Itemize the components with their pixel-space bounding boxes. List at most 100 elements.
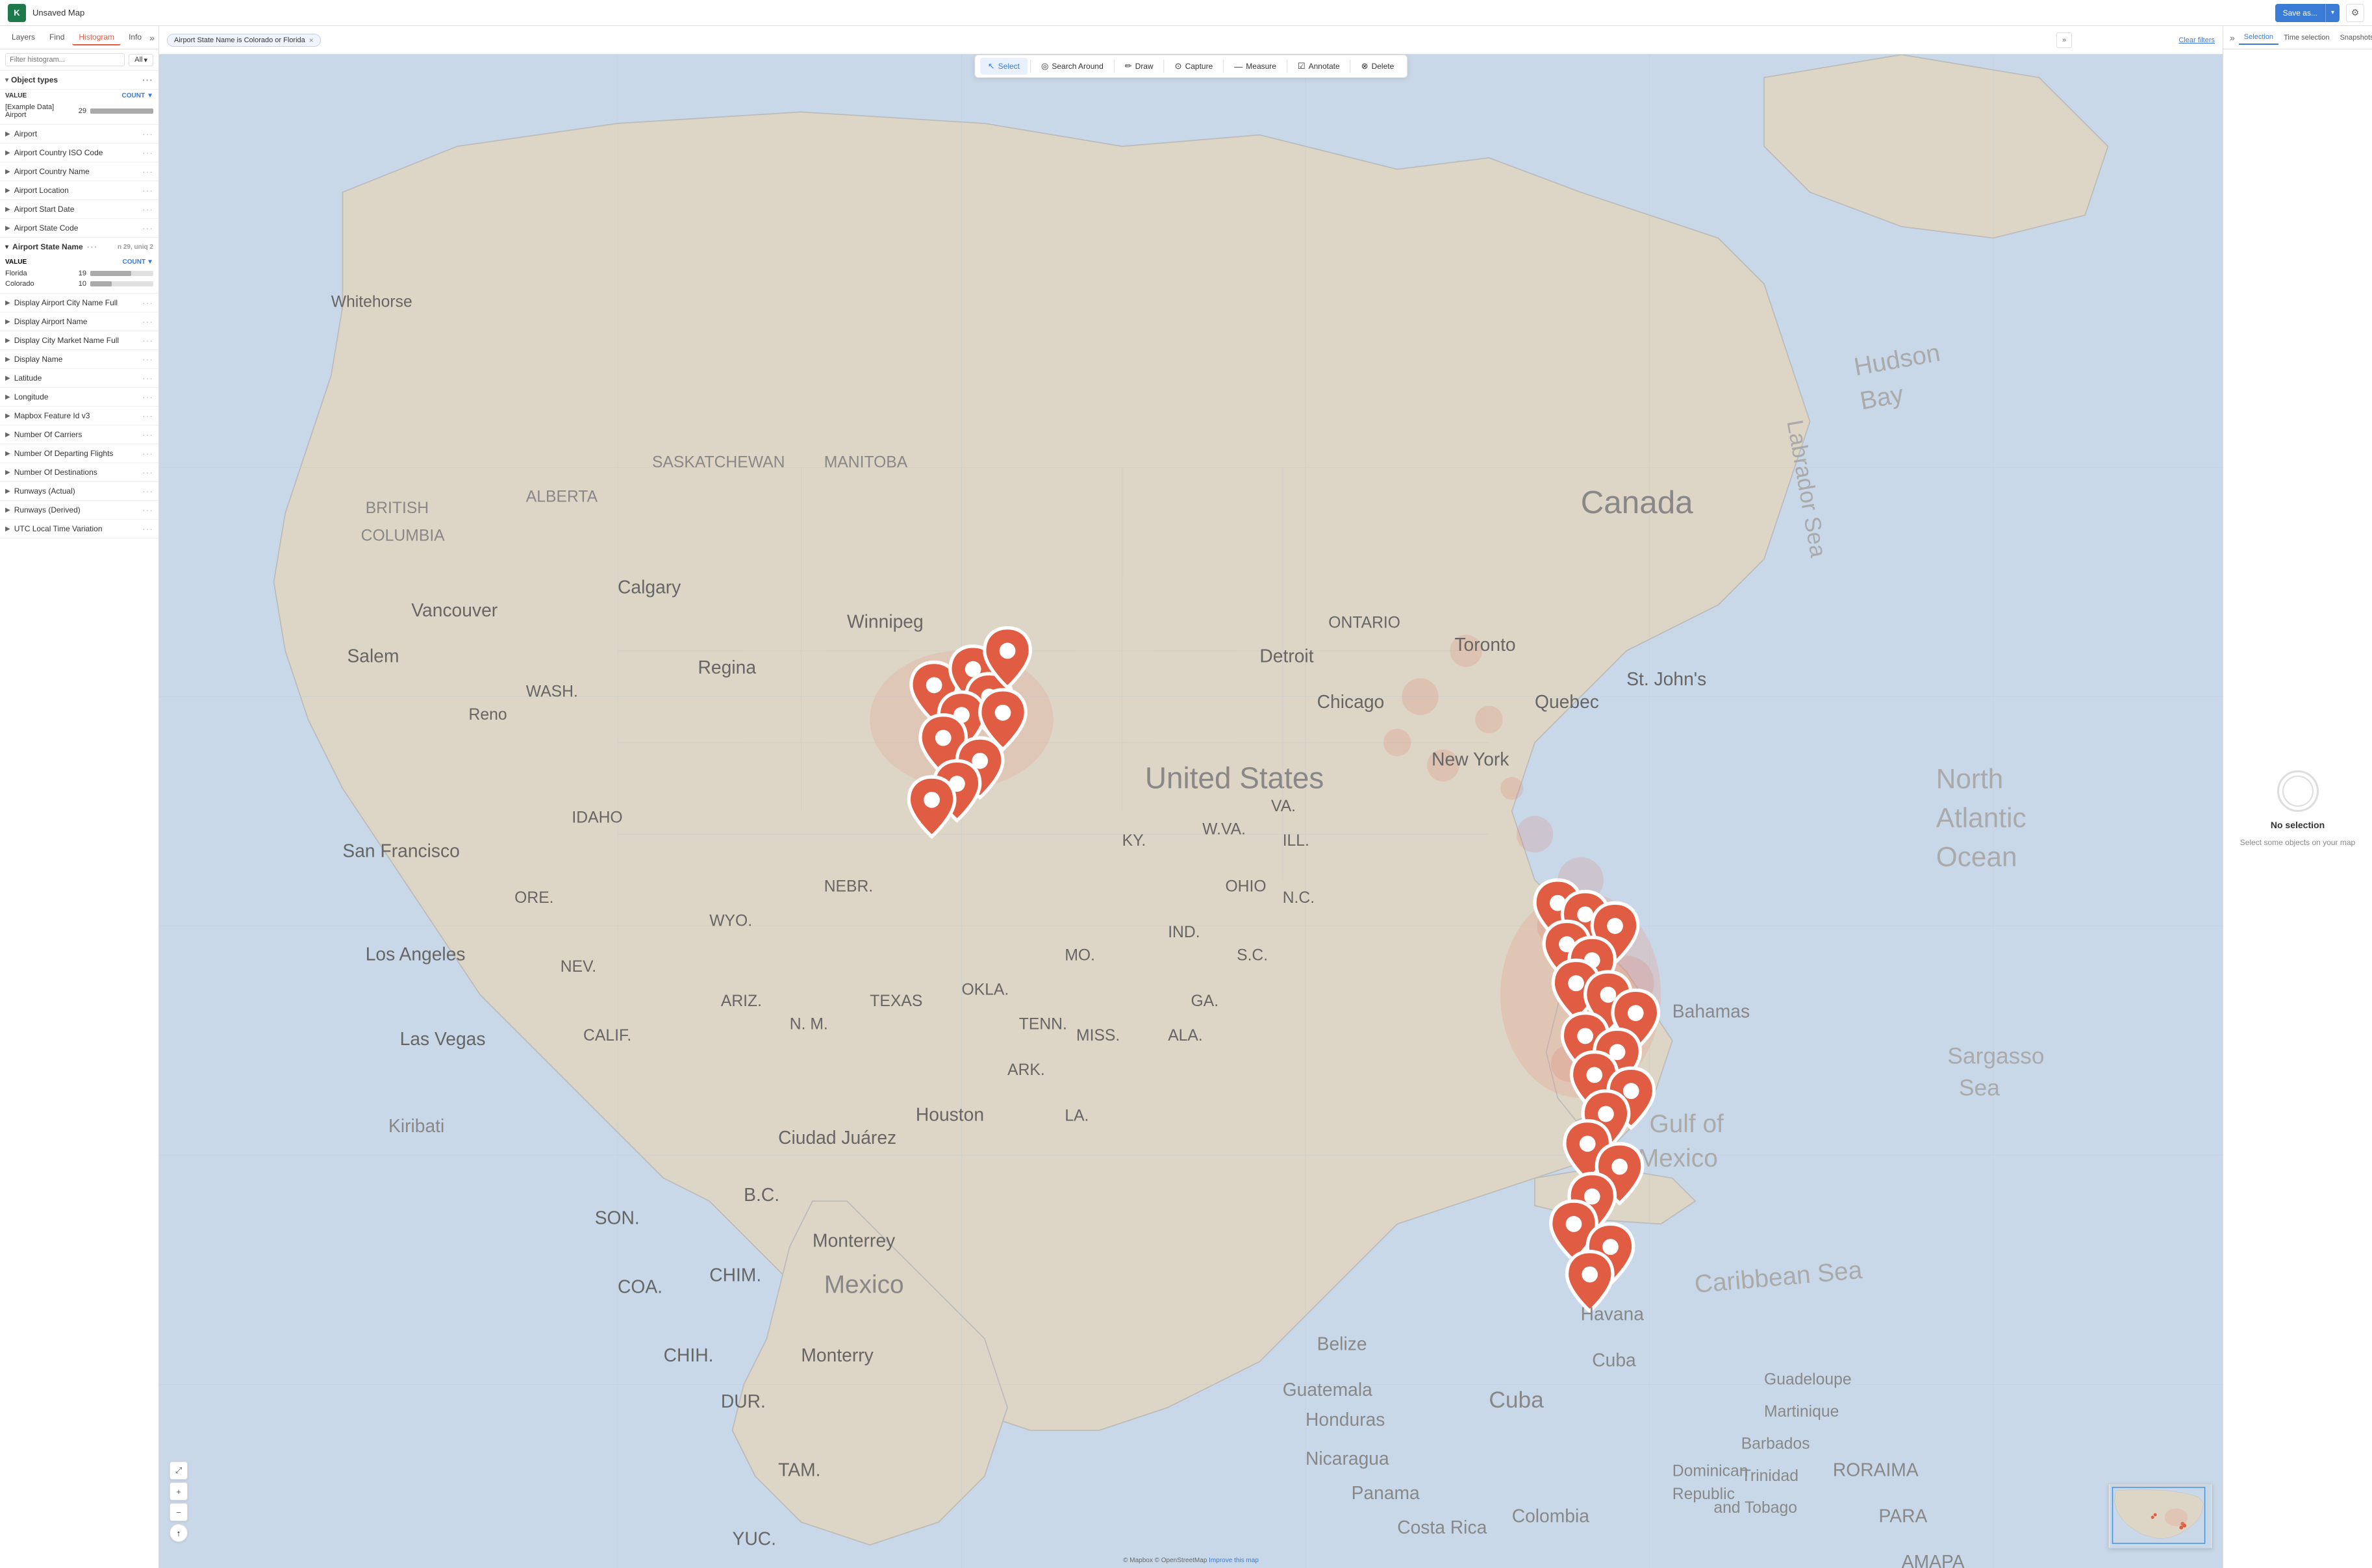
tab-time-selection[interactable]: Time selection — [2278, 31, 2335, 44]
object-types-more-button[interactable]: ··· — [142, 75, 153, 85]
map-canvas[interactable]: Canada United States Mexico Hudson Bay N… — [159, 55, 2223, 1568]
attr-row-utc[interactable]: ▶ UTC Local Time Variation ··· — [0, 520, 158, 538]
attr-label: Airport Location — [14, 186, 69, 195]
attr-more-button[interactable]: ··· — [142, 354, 153, 364]
tab-selection[interactable]: Selection — [2239, 31, 2278, 45]
attr-more-button[interactable]: ··· — [142, 335, 153, 346]
map-area[interactable]: Airport State Name is Colorado or Florid… — [159, 26, 2223, 1568]
annotate-tool-button[interactable]: ☑ Annotate — [1290, 58, 1348, 75]
compass-button[interactable]: ↑ — [170, 1524, 188, 1542]
svg-text:IDAHO: IDAHO — [572, 809, 622, 827]
tab-snapshots[interactable]: Snapshots — [2335, 31, 2372, 44]
measure-icon: — — [1234, 62, 1243, 71]
attr-row-display-airport-name[interactable]: ▶ Display Airport Name ··· — [0, 312, 158, 331]
tab-find[interactable]: Find — [43, 30, 71, 45]
attr-more-button[interactable]: ··· — [142, 373, 153, 383]
attr-more-button[interactable]: ··· — [142, 204, 153, 214]
select-tool-button[interactable]: ↖ Select — [980, 58, 1028, 75]
attr-more-button[interactable]: ··· — [142, 129, 153, 139]
settings-button[interactable]: ⚙ — [2346, 4, 2364, 22]
histogram-filter-all[interactable]: All ▾ — [129, 54, 153, 66]
svg-text:North: North — [1936, 764, 2004, 794]
attr-more-button[interactable]: ··· — [142, 411, 153, 421]
attr-header-state-name[interactable]: ▾ Airport State Name ··· n 29, uniq 2 — [0, 238, 158, 256]
attr-more-button[interactable]: ··· — [142, 505, 153, 515]
svg-text:ARK.: ARK. — [1007, 1061, 1045, 1079]
attr-row-mapbox-id[interactable]: ▶ Mapbox Feature Id v3 ··· — [0, 407, 158, 425]
tab-layers[interactable]: Layers — [5, 30, 42, 45]
filter-remove-button[interactable]: × — [309, 36, 314, 45]
svg-text:CALIF.: CALIF. — [583, 1027, 631, 1044]
attr-more-button[interactable]: ··· — [142, 486, 153, 496]
svg-text:TEXAS: TEXAS — [870, 993, 922, 1010]
svg-text:Cuba: Cuba — [1592, 1349, 1636, 1370]
attr-row-airport[interactable]: ▶ Airport ··· — [0, 125, 158, 144]
svg-text:TENN.: TENN. — [1019, 1015, 1067, 1033]
save-button[interactable]: Save as... — [2275, 4, 2325, 22]
expand-left-button[interactable]: » — [2226, 32, 2239, 43]
attr-row-longitude[interactable]: ▶ Longitude ··· — [0, 388, 158, 407]
svg-text:Mexico: Mexico — [1638, 1144, 1718, 1172]
page-title: Unsaved Map — [32, 8, 2269, 18]
count-sort[interactable]: COUNT ▼ — [122, 92, 153, 99]
tab-info[interactable]: Info — [122, 30, 148, 45]
attr-row-carriers[interactable]: ▶ Number Of Carriers ··· — [0, 425, 158, 444]
attr-more-button[interactable]: ··· — [142, 524, 153, 534]
object-types-section-header[interactable]: ▾ Object types ··· — [0, 71, 158, 90]
attr-more-button[interactable]: ··· — [142, 429, 153, 440]
draw-tool-button[interactable]: ✏ Draw — [1117, 58, 1161, 75]
expand-right-panel-button[interactable]: » — [2055, 26, 2073, 55]
attr-row-country-name[interactable]: ▶ Airport Country Name ··· — [0, 162, 158, 181]
attr-row-latitude[interactable]: ▶ Latitude ··· — [0, 369, 158, 388]
attr-more-button[interactable]: ··· — [142, 166, 153, 177]
attr-more-button[interactable]: ··· — [142, 316, 153, 327]
attr-more-button[interactable]: ··· — [142, 147, 153, 158]
svg-text:St. John's: St. John's — [1626, 668, 1706, 689]
attr-row-location[interactable]: ▶ Airport Location ··· — [0, 181, 158, 200]
attr-more-button[interactable]: ··· — [142, 223, 153, 233]
delete-tool-button[interactable]: ⊗ Delete — [1354, 58, 1402, 75]
state-name: Florida — [5, 270, 68, 277]
collapse-panel-button[interactable]: » — [149, 32, 155, 43]
svg-text:Reno: Reno — [469, 706, 507, 724]
improve-map-link[interactable]: Improve this map — [1209, 1557, 1259, 1564]
attr-row-runways-derived[interactable]: ▶ Runways (Derived) ··· — [0, 501, 158, 520]
histogram-filter-input[interactable] — [5, 53, 125, 66]
measure-tool-button[interactable]: — Measure — [1226, 58, 1284, 75]
attr-more-button[interactable]: ··· — [142, 448, 153, 459]
delete-label: Delete — [1372, 62, 1394, 71]
attr-row-start-date[interactable]: ▶ Airport Start Date ··· — [0, 200, 158, 219]
attr-row-destinations[interactable]: ▶ Number Of Destinations ··· — [0, 463, 158, 482]
count-col-sort[interactable]: COUNT ▼ — [123, 259, 153, 266]
attr-row-state-code[interactable]: ▶ Airport State Code ··· — [0, 219, 158, 238]
svg-text:B.C.: B.C. — [744, 1184, 779, 1205]
search-around-tool-button[interactable]: ◎ Search Around — [1033, 58, 1111, 75]
attr-more-button[interactable]: ··· — [142, 297, 153, 308]
attr-row-display-city-market[interactable]: ▶ Display City Market Name Full ··· — [0, 331, 158, 350]
attr-row-display-name[interactable]: ▶ Display Name ··· — [0, 350, 158, 369]
attr-row-runways-actual[interactable]: ▶ Runways (Actual) ··· — [0, 482, 158, 501]
tab-histogram[interactable]: Histogram — [72, 30, 121, 45]
attr-row-country-iso[interactable]: ▶ Airport Country ISO Code ··· — [0, 144, 158, 162]
zoom-in-button[interactable]: + — [170, 1482, 188, 1500]
attr-more-button[interactable]: ··· — [87, 242, 98, 252]
mini-map-svg — [2109, 1484, 2212, 1548]
svg-text:Nicaragua: Nicaragua — [1306, 1448, 1389, 1469]
capture-tool-button[interactable]: ⊙ Capture — [1167, 58, 1221, 75]
attr-more-button[interactable]: ··· — [142, 185, 153, 196]
zoom-out-button[interactable]: − — [170, 1503, 188, 1521]
attr-more-button[interactable]: ··· — [142, 467, 153, 477]
attr-more-button[interactable]: ··· — [142, 392, 153, 402]
attr-row-display-city-full[interactable]: ▶ Display Airport City Name Full ··· — [0, 294, 158, 312]
zoom-fit-button[interactable]: ⤢ — [170, 1461, 188, 1480]
state-bar-bg — [90, 281, 153, 286]
object-types-table: VALUE COUNT ▼ [Example Data] Airport 29 — [0, 90, 158, 125]
attr-section-state-name: ▾ Airport State Name ··· n 29, uniq 2 VA… — [0, 238, 158, 294]
svg-text:OHIO: OHIO — [1225, 878, 1266, 896]
save-dropdown[interactable]: ▾ — [2325, 4, 2340, 22]
svg-text:YUC.: YUC. — [733, 1528, 776, 1549]
histogram-tab-bar: Layers Find Histogram Info » — [0, 26, 158, 49]
svg-text:Chicago: Chicago — [1317, 691, 1385, 712]
clear-filters-button[interactable]: Clear filters — [2178, 36, 2215, 44]
attr-row-departing-flights[interactable]: ▶ Number Of Departing Flights ··· — [0, 444, 158, 463]
